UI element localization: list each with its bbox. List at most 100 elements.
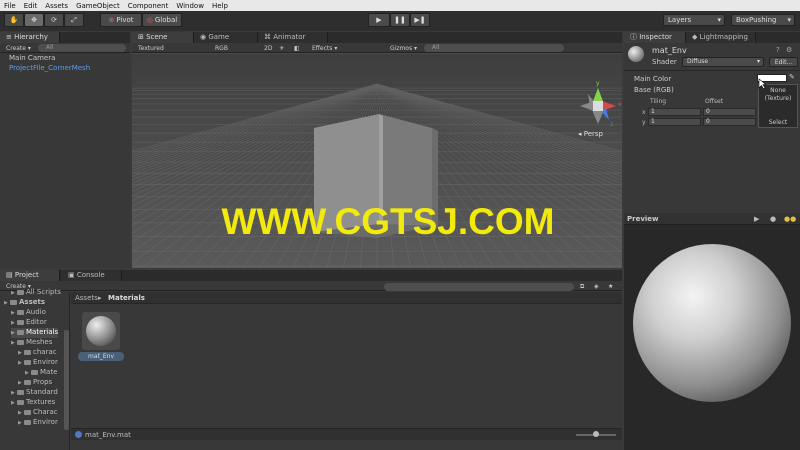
scene-panel: ⊞ Scene ◉ Game ⌘ Animator Textured RGB 2… (132, 32, 622, 268)
texture-slot[interactable]: None (Texture) Select (758, 84, 798, 128)
tab-scene[interactable]: ⊞ Scene (132, 32, 194, 43)
menu-component[interactable]: Component (124, 2, 173, 10)
step-button[interactable]: ▶❚ (410, 13, 430, 27)
hierarchy-item-main-camera[interactable]: Main Camera (9, 54, 55, 63)
tiling-y-field[interactable]: 1 (648, 118, 701, 126)
breadcrumb-materials[interactable]: Materials (108, 294, 145, 302)
lightmap-icon: ◆ (692, 33, 700, 41)
tree-item-label: charac (33, 348, 57, 356)
tree-item-label: Assets (19, 298, 46, 306)
menu-window[interactable]: Window (172, 2, 208, 10)
scene-search-input[interactable]: All (424, 44, 564, 52)
menu-gameobject[interactable]: GameObject (72, 2, 124, 10)
layers-dropdown[interactable]: Layers (663, 14, 725, 26)
menu-assets[interactable]: Assets (41, 2, 72, 10)
menu-edit[interactable]: Edit (20, 2, 42, 10)
tab-project[interactable]: ▤ Project (0, 270, 60, 281)
project-tree-item[interactable]: ▶ charac (18, 348, 57, 358)
project-tree-item[interactable]: ▶ Assets (4, 298, 45, 308)
base-texture-label: Base (RGB) (634, 86, 674, 94)
asset-label[interactable]: mat_Env (78, 352, 124, 361)
texture-select-button[interactable]: Select (759, 119, 797, 126)
asset-thumbnail[interactable] (82, 312, 120, 350)
tab-lightmapping[interactable]: ◆ Lightmapping (686, 32, 756, 43)
folder-icon (17, 389, 24, 395)
project-tree-item[interactable]: ▶ Standard (11, 388, 58, 398)
move-tool-button[interactable]: ✥ (24, 13, 44, 27)
project-tree-item[interactable]: ▶ Enviror (18, 418, 58, 428)
tab-inspector[interactable]: ⓘ Inspector (624, 32, 686, 43)
gizmos-dropdown[interactable]: Gizmos ▾ (390, 44, 417, 53)
audio-toggle-icon[interactable]: ◧ (294, 44, 300, 53)
perspective-label[interactable]: ◂ Persp (578, 130, 604, 138)
folder-icon (17, 399, 24, 405)
icon-size-slider-thumb[interactable] (593, 431, 599, 437)
material-preview-sphere[interactable] (633, 244, 791, 402)
favorite-star-icon[interactable]: ★ (608, 282, 613, 291)
shader-edit-button[interactable]: Edit... (769, 57, 798, 67)
watermark-text: WWW.CGTSJ.COM (221, 201, 555, 242)
project-tree-item[interactable]: ▶ All Scripts (11, 288, 61, 298)
project-search-input[interactable] (384, 283, 574, 291)
render-mode-dropdown[interactable]: Textured (138, 44, 164, 53)
lighting-toggle-icon[interactable]: ☀ (279, 44, 284, 53)
filter-label-icon[interactable]: ◈ (594, 282, 599, 291)
tab-game[interactable]: ◉ Game (194, 32, 258, 43)
project-tree-item[interactable]: ▶ Meshes (11, 338, 52, 348)
tree-item-label: Charac (33, 408, 58, 416)
eyedropper-icon[interactable]: ✎ (789, 73, 795, 81)
pivot-toggle[interactable]: ⊕ Pivot (100, 13, 142, 27)
menu-file[interactable]: File (0, 2, 20, 10)
selected-asset-path: mat_Env.mat (85, 431, 131, 439)
project-tree-item[interactable]: ▶ Editor (11, 318, 47, 328)
menu-help[interactable]: Help (208, 2, 232, 10)
preview-light-icon[interactable]: ●● (784, 215, 796, 223)
layout-dropdown[interactable]: BoxPushing (731, 14, 795, 26)
project-tree-item[interactable]: ▶ Materials (11, 328, 59, 338)
color-mode-dropdown[interactable]: RGB (215, 44, 228, 53)
texture-kind-label: (Texture) (764, 95, 792, 102)
move-icon: ✥ (31, 16, 37, 24)
project-tree-item[interactable]: ▶ Audio (11, 308, 46, 318)
hierarchy-create-button[interactable]: Create ▾ (6, 44, 31, 53)
tree-scrollbar[interactable] (64, 330, 69, 430)
scale-tool-button[interactable]: ⤢ (64, 13, 84, 27)
shader-dropdown[interactable]: Diffuse (682, 57, 764, 67)
gizmo-axis-x: x (618, 101, 622, 108)
offset-x-field[interactable]: 0 (703, 108, 756, 116)
settings-gear-icon[interactable]: ⚙ (786, 46, 792, 54)
rotate-tool-button[interactable]: ⟳ (44, 13, 64, 27)
tiling-label: Tiling (650, 98, 667, 105)
effects-dropdown[interactable]: Effects ▾ (312, 44, 337, 53)
pause-button[interactable]: ❚❚ (390, 13, 410, 27)
preview-play-icon[interactable]: ▶ (754, 215, 759, 223)
project-tree-item[interactable]: ▶ Enviror (18, 358, 58, 368)
help-icon[interactable]: ? (776, 46, 780, 54)
folder-icon (24, 409, 31, 415)
project-tree-item[interactable]: ▶ Props (18, 378, 52, 388)
tab-animator[interactable]: ⌘ Animator (258, 32, 328, 43)
breadcrumb-assets[interactable]: Assets (75, 294, 98, 302)
filter-type-icon[interactable]: ⧉ (580, 282, 584, 291)
toggle-2d-button[interactable]: 2D (264, 44, 272, 53)
hierarchy-search-input[interactable]: All (38, 44, 126, 52)
tiling-x-field[interactable]: 1 (648, 108, 701, 116)
hierarchy-item-cornermesh[interactable]: ProjectFile_CornerMesh (9, 64, 90, 73)
pause-icon: ❚❚ (394, 16, 406, 24)
global-toggle[interactable]: ◎ Global (142, 13, 182, 27)
hand-tool-button[interactable]: ✋ (4, 13, 24, 27)
project-tree-item[interactable]: ▶ Mate (25, 368, 57, 378)
project-tree-item[interactable]: ▶ Textures (11, 398, 55, 408)
pivot-label: Pivot (116, 16, 134, 24)
play-button[interactable]: ▶ (368, 13, 390, 27)
breadcrumb-separator: ▸ (98, 294, 102, 302)
tree-item-label: Audio (26, 308, 46, 316)
tab-hierarchy[interactable]: ≡ Hierarchy (0, 32, 60, 43)
material-icon (86, 316, 116, 346)
scene-icon: ⊞ (138, 33, 147, 41)
preview-sphere-icon[interactable]: ● (770, 215, 776, 223)
offset-y-field[interactable]: 0 (703, 118, 756, 126)
tab-console[interactable]: ▣ Console (62, 270, 122, 281)
project-tree-item[interactable]: ▶ Charac (18, 408, 58, 418)
animator-icon: ⌘ (264, 33, 274, 41)
